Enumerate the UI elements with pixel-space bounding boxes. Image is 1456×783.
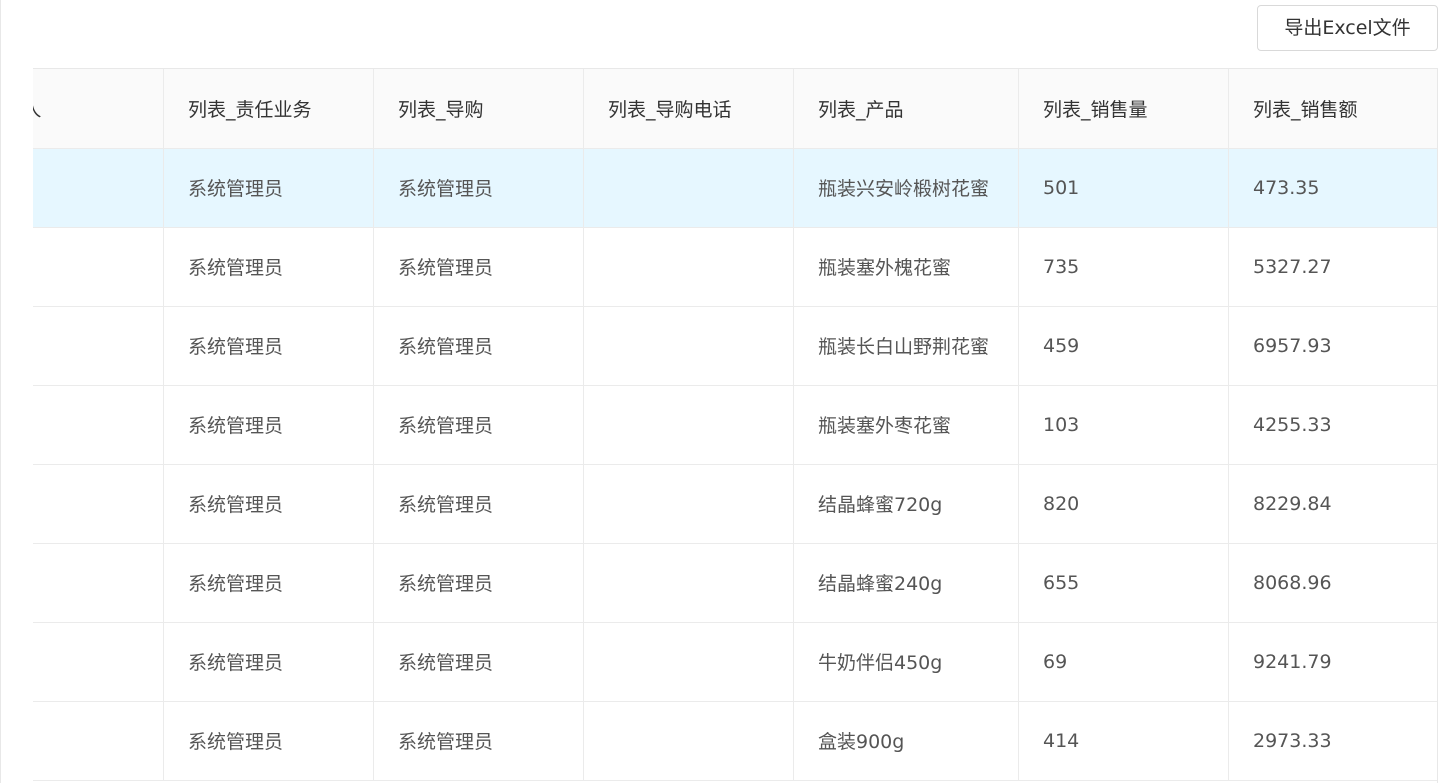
column-header-sales-guide[interactable]: 列表_导购: [373, 69, 584, 149]
column-header-sales-volume[interactable]: 列表_销售量: [1018, 69, 1229, 149]
cell-owner: 系统管理员: [33, 148, 164, 228]
cell-sales-guide: 系统管理员: [373, 622, 584, 702]
cell-responsible-business: 系统管理员: [163, 148, 374, 228]
cell-sales-volume: 501: [1018, 148, 1229, 228]
export-excel-button[interactable]: 导出Excel文件: [1257, 5, 1438, 51]
cell-product: 瓶装塞外槐花蜜: [793, 227, 1019, 307]
table-row[interactable]: 系统管理员系统管理员系统管理员牛奶伴侣450g699241.79: [33, 622, 1437, 702]
cell-sales-guide: 系统管理员: [373, 701, 584, 781]
cell-owner: 系统管理员: [33, 701, 164, 781]
cell-sales-volume: 103: [1018, 385, 1229, 465]
table-row[interactable]: 系统管理员系统管理员系统管理员瓶装兴安岭椴树花蜜501473.35: [33, 148, 1437, 228]
cell-guide-phone: [583, 622, 794, 702]
cell-sales-guide: 系统管理员: [373, 464, 584, 544]
table-row[interactable]: 系统管理员系统管理员系统管理员瓶装长白山野荆花蜜4596957.93: [33, 306, 1437, 386]
cell-sales-guide: 系统管理员: [373, 148, 584, 228]
sales-table: 列表_负责人 列表_责任业务 列表_导购 列表_导购电话 列表_产品 列表_销售…: [33, 69, 1437, 781]
cell-sales-volume: 820: [1018, 464, 1229, 544]
cell-guide-phone: [583, 227, 794, 307]
cell-sales-amount: 6957.93: [1228, 306, 1437, 386]
page-left-edge: [0, 0, 1, 783]
cell-sales-volume: 735: [1018, 227, 1229, 307]
table-row[interactable]: 系统管理员系统管理员系统管理员结晶蜂蜜720g8208229.84: [33, 464, 1437, 544]
cell-owner: 系统管理员: [33, 543, 164, 623]
cell-guide-phone: [583, 543, 794, 623]
cell-sales-volume: 414: [1018, 701, 1229, 781]
cell-responsible-business: 系统管理员: [163, 227, 374, 307]
cell-responsible-business: 系统管理员: [163, 543, 374, 623]
table-row[interactable]: 系统管理员系统管理员系统管理员瓶装塞外槐花蜜7355327.27: [33, 227, 1437, 307]
cell-responsible-business: 系统管理员: [163, 306, 374, 386]
column-header-guide-phone[interactable]: 列表_导购电话: [583, 69, 794, 149]
cell-product: 结晶蜂蜜720g: [793, 464, 1019, 544]
cell-product: 牛奶伴侣450g: [793, 622, 1019, 702]
cell-guide-phone: [583, 148, 794, 228]
cell-sales-guide: 系统管理员: [373, 385, 584, 465]
column-header-product[interactable]: 列表_产品: [793, 69, 1019, 149]
cell-sales-volume: 655: [1018, 543, 1229, 623]
table-header: 列表_负责人 列表_责任业务 列表_导购 列表_导购电话 列表_产品 列表_销售…: [33, 69, 1437, 149]
column-header-owner[interactable]: 列表_负责人: [33, 69, 164, 149]
cell-responsible-business: 系统管理员: [163, 701, 374, 781]
cell-sales-amount: 4255.33: [1228, 385, 1437, 465]
cell-sales-amount: 5327.27: [1228, 227, 1437, 307]
cell-sales-amount: 473.35: [1228, 148, 1437, 228]
cell-responsible-business: 系统管理员: [163, 622, 374, 702]
cell-sales-amount: 8229.84: [1228, 464, 1437, 544]
column-header-responsible-business[interactable]: 列表_责任业务: [163, 69, 374, 149]
cell-responsible-business: 系统管理员: [163, 464, 374, 544]
cell-guide-phone: [583, 385, 794, 465]
cell-sales-volume: 69: [1018, 622, 1229, 702]
cell-owner: 系统管理员: [33, 464, 164, 544]
cell-responsible-business: 系统管理员: [163, 385, 374, 465]
cell-owner: 系统管理员: [33, 385, 164, 465]
cell-sales-volume: 459: [1018, 306, 1229, 386]
cell-sales-amount: 2973.33: [1228, 701, 1437, 781]
cell-guide-phone: [583, 464, 794, 544]
cell-owner: 系统管理员: [33, 227, 164, 307]
cell-sales-amount: 8068.96: [1228, 543, 1437, 623]
header-row: 列表_负责人 列表_责任业务 列表_导购 列表_导购电话 列表_产品 列表_销售…: [33, 69, 1437, 149]
cell-owner: 系统管理员: [33, 306, 164, 386]
cell-product: 瓶装兴安岭椴树花蜜: [793, 148, 1019, 228]
column-header-sales-amount[interactable]: 列表_销售额: [1228, 69, 1437, 149]
cell-sales-guide: 系统管理员: [373, 227, 584, 307]
table-row[interactable]: 系统管理员系统管理员系统管理员盒装900g4142973.33: [33, 701, 1437, 781]
table-body: 系统管理员系统管理员系统管理员瓶装兴安岭椴树花蜜501473.35系统管理员系统…: [33, 148, 1437, 781]
cell-sales-guide: 系统管理员: [373, 306, 584, 386]
cell-guide-phone: [583, 701, 794, 781]
cell-product: 结晶蜂蜜240g: [793, 543, 1019, 623]
cell-product: 盒装900g: [793, 701, 1019, 781]
cell-sales-amount: 9241.79: [1228, 622, 1437, 702]
table-viewport: 列表_负责人 列表_责任业务 列表_导购 列表_导购电话 列表_产品 列表_销售…: [33, 69, 1437, 781]
cell-owner: 系统管理员: [33, 622, 164, 702]
table-row[interactable]: 系统管理员系统管理员系统管理员瓶装塞外枣花蜜1034255.33: [33, 385, 1437, 465]
cell-sales-guide: 系统管理员: [373, 543, 584, 623]
cell-product: 瓶装塞外枣花蜜: [793, 385, 1019, 465]
table-row[interactable]: 系统管理员系统管理员系统管理员结晶蜂蜜240g6558068.96: [33, 543, 1437, 623]
table-scroll-area[interactable]: 列表_负责人 列表_责任业务 列表_导购 列表_导购电话 列表_产品 列表_销售…: [33, 68, 1438, 783]
cell-guide-phone: [583, 306, 794, 386]
cell-product: 瓶装长白山野荆花蜜: [793, 306, 1019, 386]
